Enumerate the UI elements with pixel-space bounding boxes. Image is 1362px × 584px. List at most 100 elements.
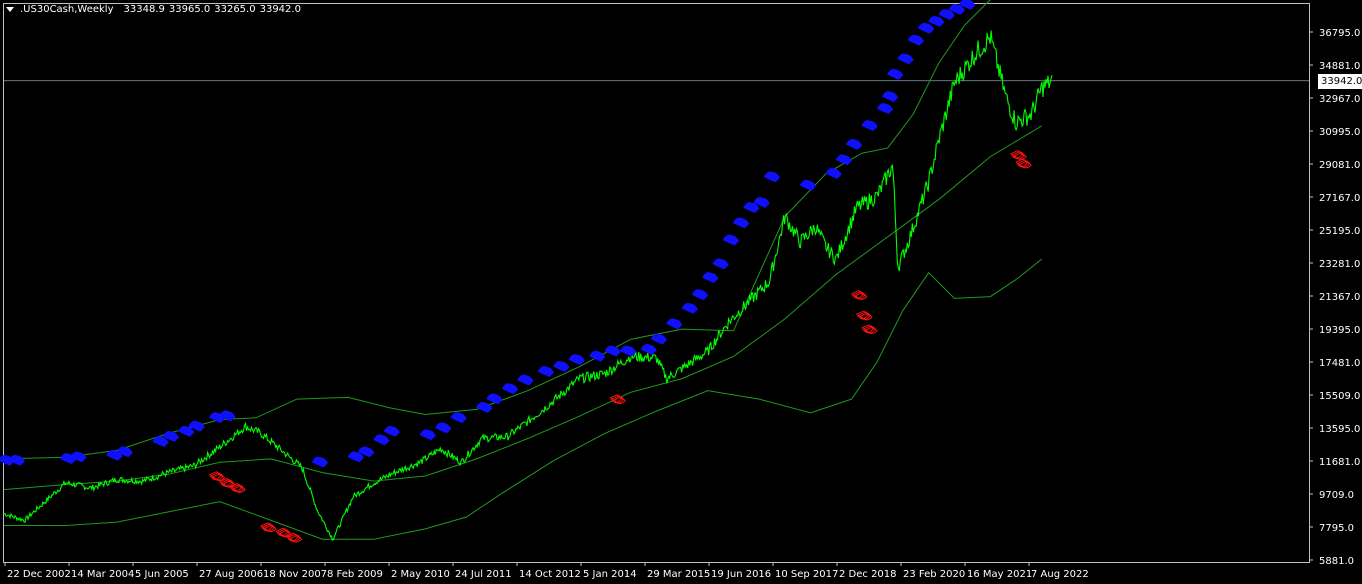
price-series: [4, 30, 1053, 541]
symbol-label: .US30Cash,Weekly: [20, 4, 114, 15]
x-tick-label: 29 Mar 2015: [647, 569, 710, 580]
y-tick-label: 13595.0: [1319, 424, 1360, 435]
ohlc-high: 33965.0: [168, 4, 211, 15]
y-tick-label: 19395.0: [1319, 325, 1360, 336]
y-tick-label: 9709.0: [1319, 490, 1354, 501]
x-tick-label: 8 Feb 2009: [327, 569, 383, 580]
buy-arrow: [383, 425, 400, 437]
y-tick-label: 32967.0: [1319, 94, 1360, 105]
y-tick-label: 36795.0: [1319, 28, 1360, 39]
buy-arrow: [938, 9, 955, 20]
buy-arrow: [666, 318, 683, 330]
x-tick-label: 2 May 2010: [391, 569, 450, 580]
buy-arrow: [732, 217, 750, 229]
sell-arrow: [260, 522, 277, 533]
y-tick-label: 21367.0: [1319, 292, 1360, 303]
buy-arrow: [763, 171, 781, 183]
current-price-label: 33942.0: [1318, 74, 1362, 89]
y-tick-label: 17481.0: [1319, 358, 1360, 369]
buy-arrow: [917, 22, 935, 34]
buy-arrow: [835, 154, 853, 166]
y-tick-label: 30995.0: [1319, 127, 1360, 138]
signal-arrows: [0, 0, 1032, 543]
buy-arrow: [845, 138, 863, 150]
x-tick-label: 5 Jun 2005: [135, 569, 189, 580]
sell-arrow: [285, 532, 303, 543]
buy-arrow: [450, 412, 467, 424]
sell-arrow: [1010, 150, 1027, 160]
y-tick-label: 11681.0: [1319, 457, 1360, 468]
sell-arrow: [229, 483, 246, 493]
price-line: [4, 30, 1053, 541]
y-tick-label: 25195.0: [1319, 226, 1360, 237]
sell-arrow: [851, 290, 868, 300]
x-tick-label: 22 Dec 2002: [7, 569, 71, 580]
x-tick-label: 10 Sep 2017: [775, 569, 838, 580]
buy-arrow: [928, 16, 945, 27]
buy-arrow: [434, 422, 452, 434]
buy-arrow: [712, 258, 729, 270]
y-tick-label: 23281.0: [1319, 259, 1360, 270]
ohlc-open: 33348.9: [123, 4, 165, 15]
sell-arrow: [861, 324, 878, 335]
y-tick-label: 15509.0: [1319, 391, 1360, 402]
y-tick-label: 5881.0: [1319, 556, 1354, 567]
buy-arrow: [486, 393, 503, 405]
x-tick-label: 27 Aug 2006: [199, 569, 263, 580]
buy-arrow: [907, 34, 924, 46]
buy-arrow: [311, 456, 329, 468]
x-tick-label: 16 May 2021: [967, 569, 1032, 580]
buy-arrow: [517, 374, 534, 386]
buy-arrow: [897, 53, 914, 65]
x-tick-label: 7 Aug 2022: [1031, 569, 1089, 580]
buy-arrow: [881, 91, 899, 102]
buy-arrow: [604, 345, 621, 357]
buy-arrow: [743, 202, 760, 213]
x-tick-label: 18 Nov 2007: [263, 569, 327, 580]
buy-arrow: [347, 451, 364, 463]
x-tick-label: 14 Oct 2012: [519, 569, 581, 580]
buy-arrow: [681, 302, 698, 314]
buy-arrow: [568, 354, 585, 365]
ohlc-low: 33265.0: [214, 4, 256, 15]
price-chart[interactable]: 36795.0 34881.0 32967.0 30995.0 29081.0 27167…: [0, 0, 1362, 584]
x-tick-label: 5 Jan 2014: [583, 569, 637, 580]
buy-arrow: [178, 425, 195, 437]
buy-arrow: [799, 179, 817, 191]
y-tick-label: 27167.0: [1319, 193, 1360, 204]
buy-arrow: [886, 68, 904, 80]
sell-arrow: [856, 310, 873, 321]
buy-arrow: [419, 429, 436, 441]
buy-arrow: [373, 434, 390, 446]
x-tick-label: 23 Feb 2020: [903, 569, 965, 580]
chart-header: .US30Cash,Weekly 33348.9 33965.0 33265.0…: [6, 4, 301, 15]
buy-arrow: [640, 343, 657, 355]
y-tick-label: 34881.0: [1319, 61, 1360, 72]
buy-arrow: [619, 345, 637, 357]
band-line-2: [3, 0, 991, 460]
y-tick-label: 7795.0: [1319, 523, 1354, 534]
x-tick-label: 24 Jul 2011: [455, 569, 512, 580]
x-tick-label: 2 Dec 2018: [839, 569, 897, 580]
buy-arrow: [553, 361, 570, 372]
y-tick-label: 29081.0: [1319, 160, 1360, 171]
menu-triangle-icon[interactable]: [6, 7, 14, 12]
buy-arrow: [476, 402, 493, 413]
buy-arrow: [702, 272, 719, 283]
buy-arrow: [825, 168, 842, 179]
buy-arrow: [537, 366, 555, 377]
axes: 36795.0 34881.0 32967.0 30995.0 29081.0 27167…: [4, 28, 1360, 580]
buy-arrow: [722, 234, 740, 246]
buy-arrow: [152, 436, 169, 447]
buy-arrow: [876, 103, 894, 114]
sell-arrow: [208, 471, 226, 481]
band-line-3: [4, 258, 1043, 540]
buy-arrow: [691, 289, 709, 301]
x-tick-label: 19 Jun 2016: [711, 569, 771, 580]
buy-arrow: [501, 383, 519, 395]
x-tick-label: 14 Mar 2004: [71, 569, 134, 580]
buy-arrow: [650, 333, 668, 345]
buy-arrow: [861, 120, 878, 131]
sell-arrow: [1015, 158, 1032, 169]
ohlc-close: 33942.0: [259, 4, 301, 15]
